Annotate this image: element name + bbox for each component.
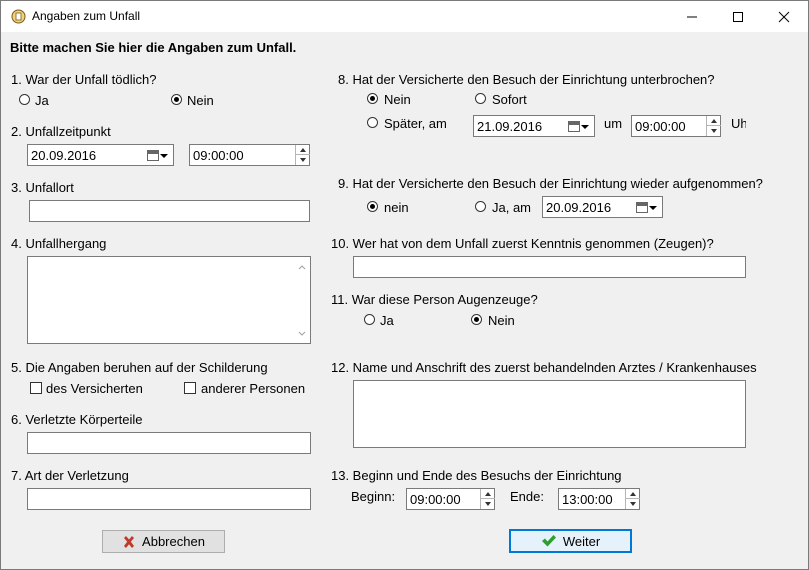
q8-radio-immediately[interactable]: [475, 93, 486, 104]
q13-end-stepper[interactable]: 13:00:00: [558, 488, 640, 510]
q8-time-stepper[interactable]: 09:00:00: [631, 115, 721, 137]
q8-radio-later[interactable]: [367, 117, 378, 128]
spin-up-icon[interactable]: [481, 489, 495, 499]
calendar-icon: [568, 121, 580, 132]
checkmark-icon: [541, 535, 556, 547]
minimize-button[interactable]: [669, 1, 715, 32]
q6-bodyparts-input[interactable]: [27, 432, 311, 454]
q3-location-input[interactable]: [29, 200, 310, 222]
q7-label: 7. Art der Verletzung: [11, 468, 129, 483]
q1-no-label: Nein: [187, 93, 214, 108]
q5-checkbox-insured[interactable]: [30, 382, 42, 394]
calendar-icon: [147, 150, 159, 161]
spin-up-icon[interactable]: [707, 116, 721, 126]
q8-no-label: Nein: [384, 92, 411, 107]
q13-label: 13. Beginn und Ende des Besuchs der Einr…: [331, 468, 622, 483]
q8-date-picker[interactable]: 21.09.2016: [473, 115, 595, 137]
q1-radio-no[interactable]: [171, 94, 182, 105]
q8-label: 8. Hat der Versicherte den Besuch der Ei…: [338, 72, 715, 87]
q8-radio-no[interactable]: [367, 93, 378, 104]
q13-end-label: Ende:: [510, 489, 544, 504]
q8-later-label: Später, am: [384, 116, 447, 131]
q9-date-picker[interactable]: 20.09.2016: [542, 196, 663, 218]
cancel-button-label: Abbrechen: [142, 534, 205, 549]
scroll-arrows-icon: [298, 265, 306, 336]
chevron-down-icon: [649, 206, 657, 210]
close-button[interactable]: [761, 1, 807, 32]
q8-date-value: 21.09.2016: [477, 119, 543, 134]
q8-um-label: um: [604, 116, 623, 131]
q10-label: 10. Wer hat von dem Unfall zuerst Kenntn…: [331, 236, 714, 251]
maximize-icon: [733, 11, 743, 22]
q13-begin-stepper[interactable]: 09:00:00: [406, 488, 495, 510]
q8-uhr-label: Uhr: [731, 116, 746, 131]
spin-up-icon[interactable]: [296, 145, 310, 155]
q12-label: 12. Name und Anschrift des zuerst behand…: [331, 360, 757, 375]
q1-yes-label: Ja: [35, 93, 49, 108]
q13-begin-value: 09:00:00: [410, 492, 461, 507]
q9-radio-yes[interactable]: [475, 201, 486, 212]
spin-down-icon[interactable]: [481, 499, 495, 509]
spin-down-icon[interactable]: [626, 499, 640, 509]
q4-label: 4. Unfallhergang: [11, 236, 107, 251]
chevron-down-icon: [160, 154, 168, 158]
q5-others-label: anderer Personen: [201, 381, 306, 396]
q11-yes-label: Ja: [380, 313, 394, 328]
q6-label: 6. Verletzte Körperteile: [11, 412, 143, 427]
q2-time-stepper[interactable]: 09:00:00: [189, 144, 310, 166]
maximize-button[interactable]: [715, 1, 761, 32]
q9-no-label: nein: [384, 200, 409, 215]
q13-begin-label: Beginn:: [351, 489, 396, 504]
calendar-icon: [636, 202, 648, 213]
dialog-window: Angaben zum Unfall Bitte machen Sie hier…: [0, 0, 809, 570]
q12-doctor-textarea[interactable]: [353, 380, 746, 448]
app-icon: [11, 9, 26, 24]
q9-yes-label: Ja, am: [492, 200, 532, 215]
q9-date-value: 20.09.2016: [546, 200, 612, 215]
spin-down-icon[interactable]: [296, 155, 310, 165]
q5-checkbox-others[interactable]: [184, 382, 196, 394]
q2-date-picker[interactable]: 20.09.2016: [27, 144, 174, 166]
q9-radio-no[interactable]: [367, 201, 378, 212]
q2-date-value: 20.09.2016: [31, 148, 97, 163]
cancel-x-icon: [124, 535, 135, 548]
q3-label: 3. Unfallort: [11, 180, 74, 195]
q13-end-value: 13:00:00: [562, 492, 613, 507]
q13-begin-spin[interactable]: [480, 489, 495, 509]
q2-time-value: 09:00:00: [193, 148, 244, 163]
q2-time-spin[interactable]: [295, 145, 310, 165]
window-title: Angaben zum Unfall: [32, 9, 141, 23]
next-button-label: Weiter: [562, 533, 601, 549]
q8-uhr-label-clip: Uhr: [731, 116, 746, 131]
q8-time-value: 09:00:00: [635, 119, 686, 134]
q4-scrollbar[interactable]: [294, 257, 310, 343]
q1-radio-yes[interactable]: [19, 94, 30, 105]
q8-time-spin[interactable]: [706, 116, 721, 136]
q10-witness-input[interactable]: [353, 256, 746, 278]
q13-end-spin[interactable]: [625, 489, 640, 509]
q11-radio-yes[interactable]: [364, 314, 375, 325]
q5-insured-label: des Versicherten: [46, 381, 143, 396]
q2-label: 2. Unfallzeitpunkt: [11, 124, 111, 139]
intro-text: Bitte machen Sie hier die Angaben zum Un…: [10, 40, 297, 55]
q5-label: 5. Die Angaben beruhen auf der Schilderu…: [11, 360, 268, 375]
q11-radio-no[interactable]: [471, 314, 482, 325]
close-icon: [778, 11, 790, 22]
q11-no-label: Nein: [488, 313, 515, 328]
cancel-button[interactable]: Abbrechen: [102, 530, 225, 553]
q11-label: 11. War diese Person Augenzeuge?: [331, 292, 538, 307]
q7-injury-input[interactable]: [27, 488, 311, 510]
title-bar: Angaben zum Unfall: [1, 1, 808, 32]
q4-description-textarea[interactable]: [27, 256, 311, 344]
next-button[interactable]: Weiter: [509, 529, 632, 553]
spin-up-icon[interactable]: [626, 489, 640, 499]
q8-immediately-label: Sofort: [492, 92, 527, 107]
minimize-icon: [687, 16, 697, 17]
q1-label: 1. War der Unfall tödlich?: [11, 72, 157, 87]
spin-down-icon[interactable]: [707, 126, 721, 136]
chevron-down-icon: [581, 125, 589, 129]
q9-label: 9. Hat der Versicherte den Besuch der Ei…: [338, 176, 763, 191]
